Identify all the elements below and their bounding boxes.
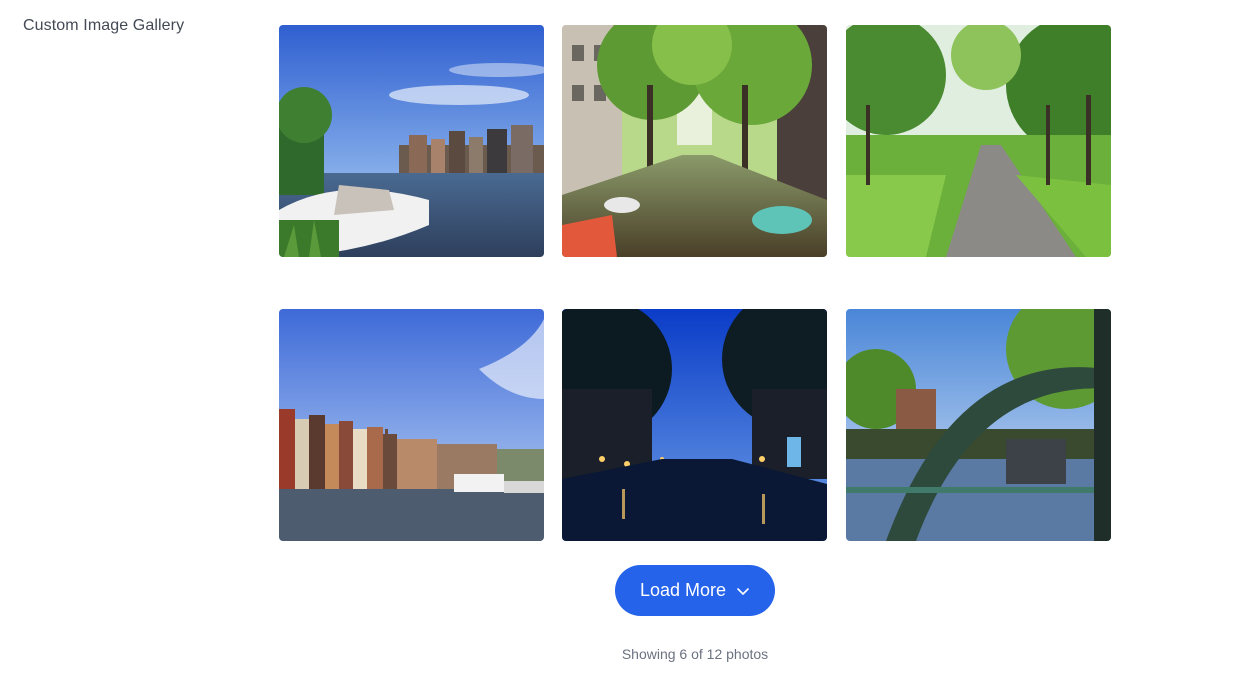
- photo-image: [279, 309, 544, 541]
- app-title: Custom Image Gallery: [23, 17, 185, 34]
- gallery-photo-4[interactable]: [279, 309, 544, 541]
- photo-count-status: Showing 6 of 12 photos: [621, 646, 769, 662]
- gallery-photo-5[interactable]: [562, 309, 827, 541]
- gallery-app: Custom Image Gallery Load More Showing 6…: [0, 0, 1250, 685]
- gallery-photo-3[interactable]: [846, 25, 1111, 257]
- load-more-button[interactable]: Load More: [615, 565, 775, 616]
- gallery-photo-1[interactable]: [279, 25, 544, 257]
- gallery-photo-2[interactable]: [562, 25, 827, 257]
- photo-image: [846, 25, 1111, 257]
- photo-image: [279, 25, 544, 257]
- gallery-photo-6[interactable]: [846, 309, 1111, 541]
- load-more-label: Load More: [639, 580, 727, 600]
- photo-image: [562, 25, 827, 257]
- chevron-down-icon: [737, 587, 749, 595]
- photo-image: [846, 309, 1111, 541]
- photo-image: [562, 309, 827, 541]
